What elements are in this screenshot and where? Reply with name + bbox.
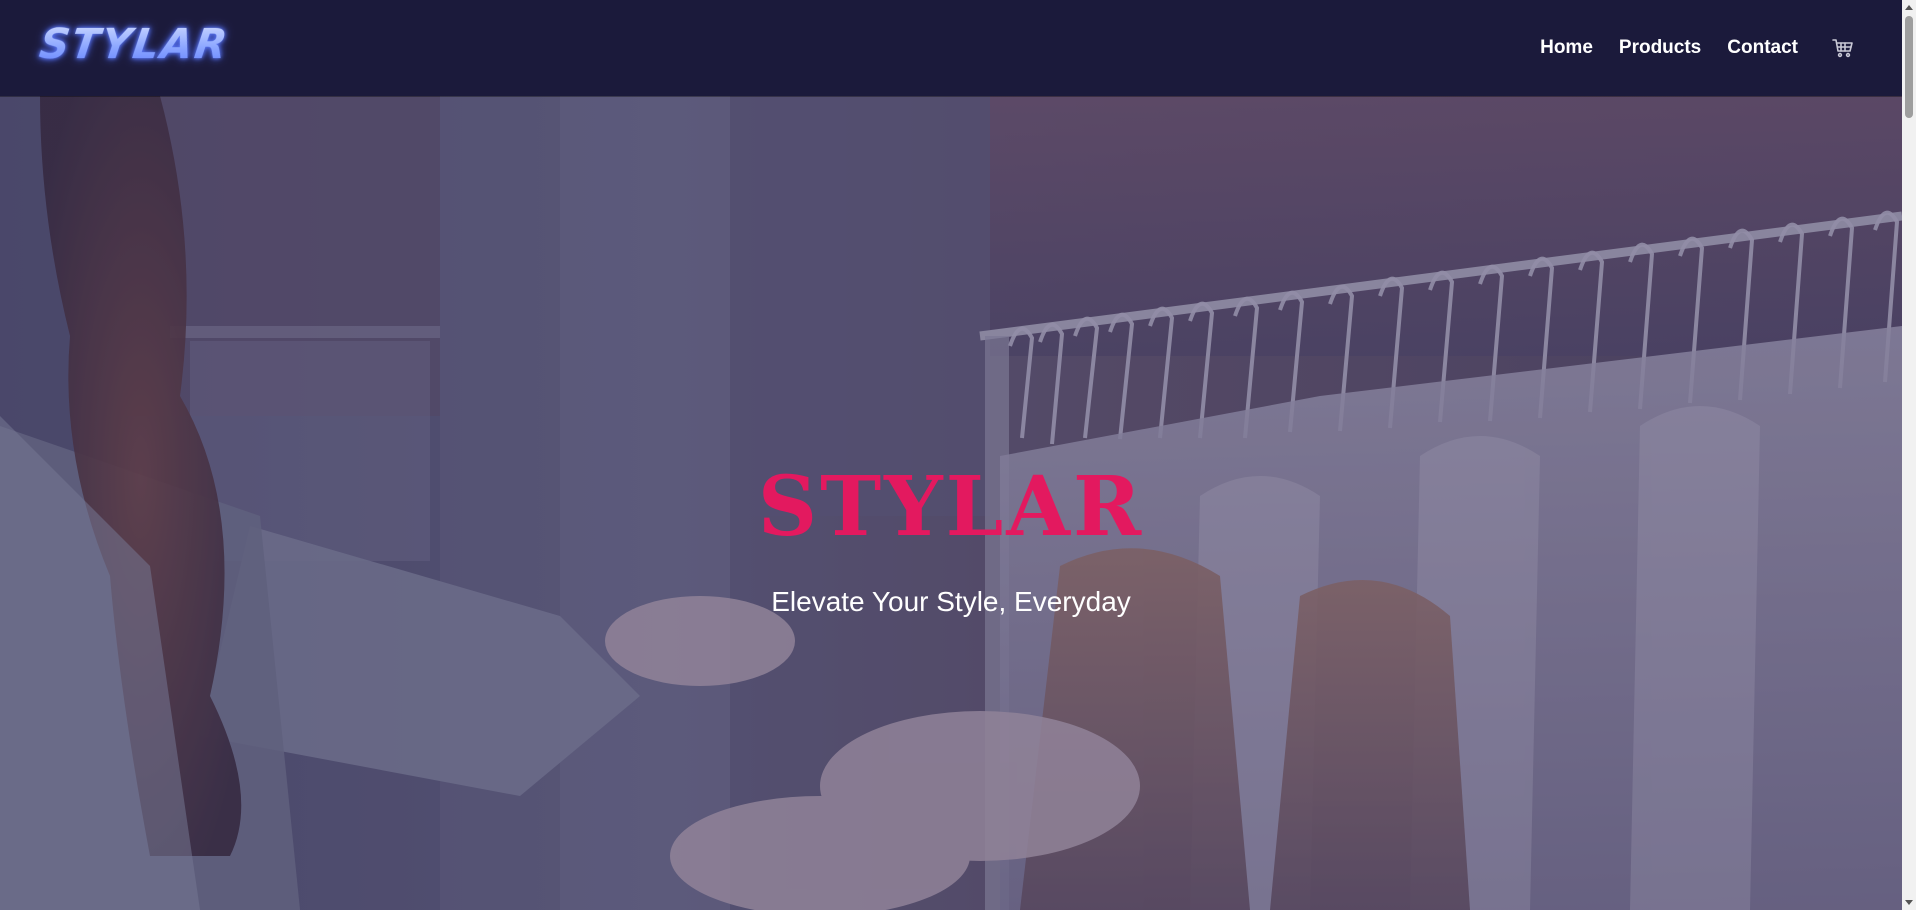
scroll-down-arrow-icon[interactable]: [1902, 896, 1916, 910]
vertical-scrollbar[interactable]: [1902, 0, 1916, 910]
nav-link-products[interactable]: Products: [1619, 37, 1701, 59]
cart-icon[interactable]: [1832, 37, 1854, 59]
nav-link-contact[interactable]: Contact: [1727, 37, 1798, 59]
hero-title: STYLAR: [757, 459, 1145, 555]
page: STYLAR Home Products Contact STYLAR Elev…: [0, 0, 1916, 910]
hero-section: STYLAR Elevate Your Style, Everyday: [0, 96, 1902, 910]
hero-content: STYLAR Elevate Your Style, Everyday: [0, 466, 1902, 616]
scroll-up-arrow-icon[interactable]: [1902, 0, 1916, 14]
nav-links: Home Products Contact: [1540, 0, 1854, 96]
hero-tagline: Elevate Your Style, Everyday: [771, 586, 1131, 617]
nav-link-home[interactable]: Home: [1540, 37, 1593, 59]
brand-logo[interactable]: STYLAR: [36, 18, 232, 70]
scrollbar-thumb[interactable]: [1905, 16, 1913, 118]
navbar: STYLAR Home Products Contact: [0, 0, 1902, 96]
